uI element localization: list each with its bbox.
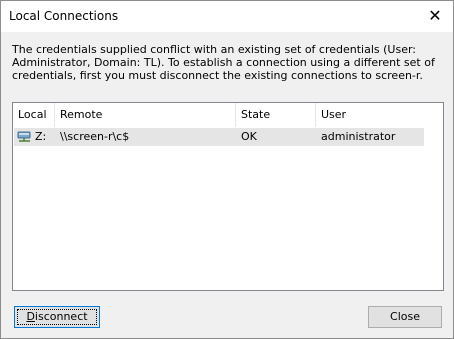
column-header-user[interactable]: User [316, 103, 426, 127]
column-header-remote[interactable]: Remote [55, 103, 236, 127]
focus-rectangle [17, 309, 97, 325]
cell-local: Z: [35, 130, 47, 143]
local-connections-dialog: Local Connections ✕ The credentials supp… [0, 0, 454, 339]
disconnect-button[interactable]: Disconnect [14, 306, 100, 328]
network-drive-icon [17, 131, 31, 142]
title-bar: Local Connections ✕ [1, 1, 453, 32]
connections-list[interactable]: Local Remote State User Z: \\screen-r\c$… [12, 102, 444, 291]
close-icon[interactable]: ✕ [423, 5, 447, 27]
cell-remote: \\screen-r\c$ [60, 130, 130, 143]
column-header-local[interactable]: Local [13, 103, 55, 127]
close-label: Close [390, 310, 420, 323]
cell-user: administrator [321, 130, 396, 143]
conflict-message: The credentials supplied conflict with a… [12, 43, 435, 82]
close-button[interactable]: Close [368, 306, 442, 328]
cell-state: OK [241, 130, 257, 143]
window-title: Local Connections [9, 9, 119, 23]
list-item[interactable]: Z: \\screen-r\c$ OK administrator [14, 128, 424, 146]
column-header-state[interactable]: State [236, 103, 316, 127]
